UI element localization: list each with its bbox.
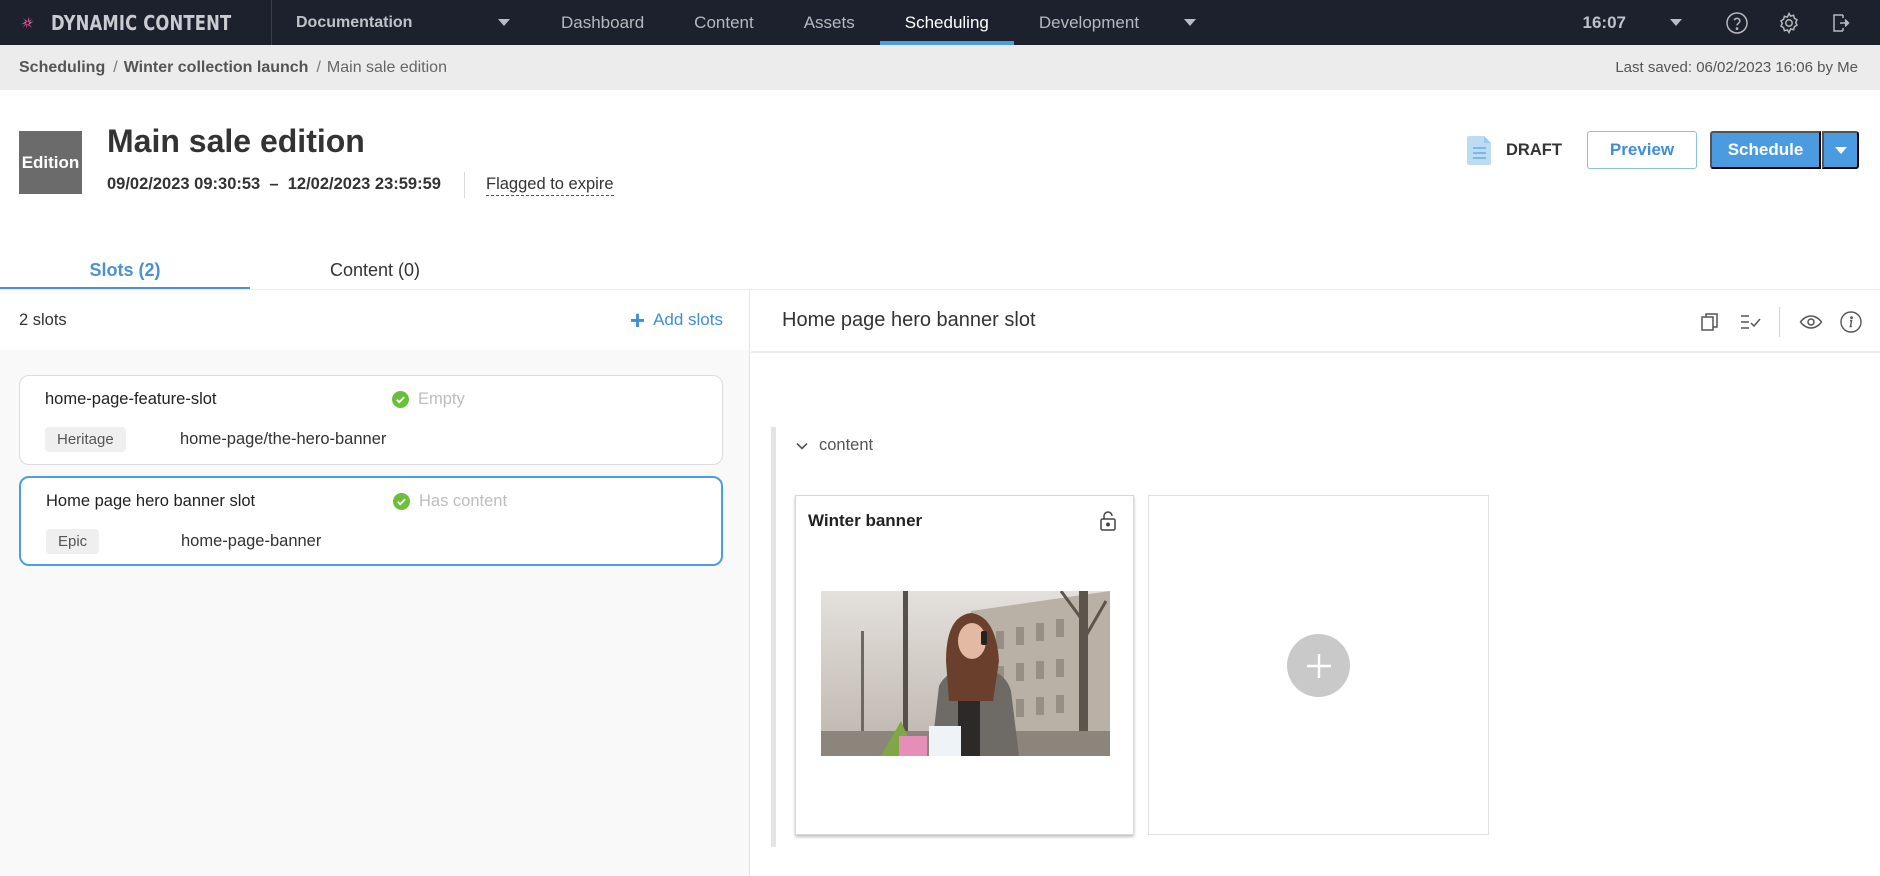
nav-tab-content[interactable]: Content — [669, 0, 779, 45]
check-circle-icon — [393, 493, 410, 510]
breadcrumb: Scheduling / Winter collection launch / … — [0, 45, 1880, 90]
hub-name: Documentation — [296, 13, 413, 31]
divider — [464, 172, 465, 198]
breadcrumb-event[interactable]: Winter collection launch — [124, 59, 309, 77]
status-label: DRAFT — [1506, 140, 1562, 159]
slot-status: Empty — [392, 390, 465, 409]
main-nav: Dashboard Content Assets Scheduling Deve… — [536, 0, 1197, 45]
toolbar-divider — [1779, 306, 1780, 337]
schedule-button[interactable]: Schedule — [1710, 131, 1821, 169]
nav-tab-development[interactable]: Development — [1014, 0, 1164, 45]
content-card-title: Winter banner — [808, 511, 923, 530]
breadcrumb-separator: / — [113, 58, 118, 76]
copy-icon[interactable] — [1695, 307, 1725, 337]
help-icon[interactable] — [1724, 10, 1750, 36]
add-slots-button[interactable]: + Add slots — [630, 307, 723, 333]
slot-detail-title: Home page hero banner slot — [782, 309, 1036, 331]
last-saved: Last saved: 06/02/2023 16:06 by Me — [1615, 59, 1858, 76]
dynamic-content-logo-icon — [21, 16, 34, 29]
slot-toolbar — [1685, 290, 1866, 353]
slot-card-selected[interactable]: Home page hero banner slot Has content E… — [19, 476, 723, 566]
hub-selector[interactable]: Documentation — [272, 0, 528, 45]
edition-date-range[interactable]: 09/02/2023 09:30:53 – 12/02/2023 23:59:5… — [107, 175, 441, 194]
page-title: Main sale edition — [107, 123, 365, 159]
tab-slots[interactable]: Slots (2) — [0, 250, 250, 290]
check-circle-icon — [392, 391, 409, 408]
tab-content[interactable]: Content (0) — [250, 250, 500, 290]
content-card[interactable]: Winter banner — [795, 495, 1134, 835]
content-section-label: content — [819, 436, 874, 454]
slot-status: Has content — [393, 492, 507, 511]
clock-dropdown[interactable] — [1670, 19, 1682, 26]
nav-tab-dashboard[interactable]: Dashboard — [536, 0, 669, 45]
settings-icon[interactable] — [1776, 10, 1802, 36]
slot-detail-header: Home page hero banner slot — [751, 290, 1880, 353]
nav-tab-scheduling[interactable]: Scheduling — [879, 0, 1015, 45]
breadcrumb-scheduling[interactable]: Scheduling — [19, 59, 105, 77]
chevron-down-icon — [1184, 19, 1197, 26]
flagged-to-expire[interactable]: Flagged to expire — [486, 175, 614, 196]
add-slots-label: Add slots — [653, 310, 723, 329]
slot-status-label: Empty — [418, 390, 465, 408]
slot-detail-panel: Home page hero banner slot content Winte… — [751, 290, 1880, 876]
nav-tab-assets[interactable]: Assets — [779, 0, 880, 45]
status-badge: DRAFT — [1466, 134, 1562, 166]
clock: 16:07 — [1582, 12, 1626, 32]
slot-name: home-page-feature-slot — [45, 390, 217, 408]
empty-content-card — [1148, 495, 1489, 835]
chevron-down-icon — [498, 19, 510, 26]
plus-icon — [1306, 653, 1331, 678]
slots-panel-header: 2 slots + Add slots — [0, 290, 749, 350]
app-logo[interactable]: DYNAMIC CONTENT — [0, 0, 272, 45]
slot-card[interactable]: home-page-feature-slot Empty Heritage ho… — [19, 375, 723, 465]
content-section-rail — [771, 427, 776, 847]
info-icon[interactable] — [1836, 307, 1866, 337]
slot-delivery-key: home-page-banner — [181, 532, 322, 550]
nav-more-dropdown[interactable] — [1184, 0, 1197, 45]
chevron-down-icon — [796, 442, 808, 450]
plus-icon: + — [629, 305, 646, 335]
slot-delivery-key: home-page/the-hero-banner — [180, 430, 387, 448]
logout-icon[interactable] — [1828, 10, 1854, 36]
slot-tag: Epic — [46, 529, 100, 554]
unlock-icon[interactable] — [1099, 510, 1117, 532]
add-content-button[interactable] — [1287, 634, 1350, 697]
document-icon — [1467, 136, 1491, 165]
content-section-toggle[interactable]: content — [795, 436, 873, 455]
edition-badge: Edition — [19, 131, 82, 194]
preview-eye-icon[interactable] — [1796, 307, 1826, 337]
slots-panel: 2 slots + Add slots home-page-feature-sl… — [0, 290, 750, 876]
nav-right: 16:07 — [1583, 0, 1880, 45]
schedule-options-button[interactable] — [1822, 131, 1859, 169]
slot-tag: Heritage — [45, 427, 126, 452]
content-card-image — [821, 591, 1110, 756]
slot-status-label: Has content — [419, 492, 508, 510]
top-nav: DYNAMIC CONTENT Documentation Dashboard … — [0, 0, 1880, 45]
edition-tabs: Slots (2) Content (0) — [0, 250, 750, 290]
breadcrumb-separator: / — [316, 58, 321, 76]
slots-count: 2 slots — [19, 310, 67, 329]
chevron-down-icon — [1834, 146, 1847, 154]
validate-icon[interactable] — [1735, 307, 1765, 337]
preview-button[interactable]: Preview — [1587, 131, 1697, 169]
slot-name: Home page hero banner slot — [46, 492, 256, 510]
app-name: DYNAMIC CONTENT — [51, 10, 232, 35]
breadcrumb-current: Main sale edition — [326, 58, 447, 76]
